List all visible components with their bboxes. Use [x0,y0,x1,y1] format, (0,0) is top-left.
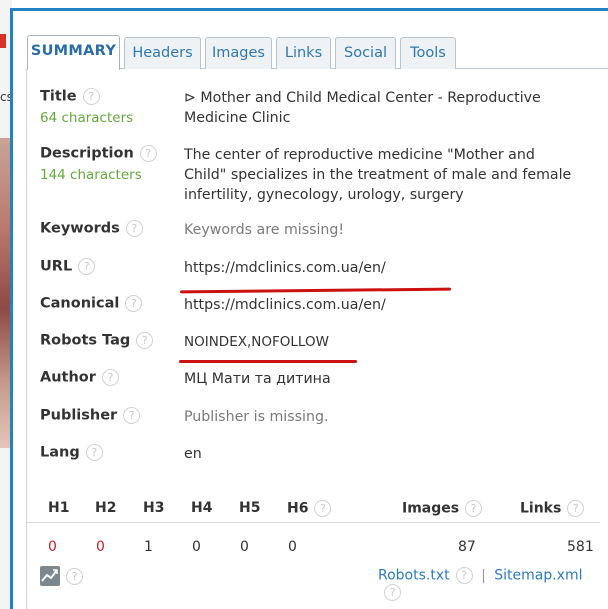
help-icon[interactable]: ? [125,295,143,312]
robots-txt-link-wrap: Robots.txt? | Sitemap.xml? [378,567,600,601]
popup-panel: SUMMARY Headers Images Links Social Tool… [13,11,608,609]
chart-icon[interactable] [40,566,60,586]
links-count: 581 [567,539,594,555]
h2-column-header: H2 [95,500,117,516]
canonical-value: https://mdclinics.com.ua/en/ [184,297,386,313]
robots-txt-link[interactable]: Robots.txt [378,568,450,584]
h5-column-header: H5 [239,500,261,516]
h4-column-header: H4 [191,500,213,516]
robots-red-underline [179,360,357,363]
seo-extension-popup: SUMMARY Headers Images Links Social Tool… [10,8,608,609]
tab-summary[interactable]: SUMMARY [27,35,120,70]
description-char-count: 144 characters [40,167,142,183]
robots-tag-value: NOINDEX,NOFOLLOW [184,334,329,350]
help-icon[interactable]: ? [85,444,103,461]
robots-tag-field-label: Robots Tag? [40,332,154,349]
images-count: 87 [458,539,476,555]
h5-count: 0 [240,539,249,555]
h2-count: 0 [96,539,105,555]
h4-count: 0 [192,539,201,555]
help-icon[interactable]: ? [314,500,332,517]
tab-links[interactable]: Links [276,37,331,69]
background-red-mark [0,34,6,48]
help-icon[interactable]: ? [101,369,119,386]
tab-social[interactable]: Social [335,37,396,69]
help-icon[interactable]: ? [139,145,157,162]
h3-column-header: H3 [143,500,165,516]
tab-bar: SUMMARY Headers Images Links Social Tool… [27,31,608,70]
h1-count: 0 [48,539,57,555]
help-icon[interactable]: ? [384,584,401,601]
url-red-underline [179,287,452,294]
help-icon[interactable]: ? [465,500,483,517]
h1-column-header: H1 [48,500,70,516]
url-value: https://mdclinics.com.ua/en/ [184,260,386,276]
title-field-label: Title? [40,88,100,105]
title-value: ⊳ Mother and Child Medical Center - Repr… [184,90,541,126]
canonical-field-label: Canonical? [40,295,143,312]
help-icon[interactable]: ? [567,500,585,517]
title-char-count: 64 characters [40,110,134,126]
lang-field-label: Lang? [40,444,103,461]
author-field-label: Author? [40,369,119,386]
author-value: МЦ Мати та дитина [184,371,331,387]
publisher-value: Publisher is missing. [184,409,329,425]
background-photo [0,138,10,448]
url-field-label: URL? [40,258,96,275]
help-icon[interactable]: ? [82,88,100,105]
description-field-label: Description? [40,145,157,162]
help-icon[interactable]: ? [78,258,96,275]
chart-icon-graphic [41,569,58,582]
help-icon[interactable]: ? [66,568,83,585]
tab-tools[interactable]: Tools [400,37,456,69]
help-icon[interactable]: ? [136,332,154,349]
tab-images[interactable]: Images [205,37,272,69]
tab-headers[interactable]: Headers [124,37,201,69]
h6-count: 0 [288,539,297,555]
keywords-value: Keywords are missing! [184,222,345,238]
help-icon[interactable]: ? [125,220,143,237]
keywords-field-label: Keywords? [40,220,143,237]
footer-separator: | [481,567,486,584]
help-icon[interactable]: ? [123,407,141,424]
help-icon[interactable]: ? [455,567,473,584]
h3-count: 1 [144,539,153,555]
description-value: The center of reproductive medicine "Mot… [184,147,572,203]
lang-value: en [184,446,202,462]
summary-content: Title? 64 characters ⊳ Mother and Child … [26,69,600,609]
h6-column-header: H6? [287,500,332,517]
sitemap-xml-link[interactable]: Sitemap.xml [494,568,582,584]
images-column-header: Images? [402,500,483,517]
publisher-field-label: Publisher? [40,407,141,424]
links-column-header: Links? [520,500,585,517]
